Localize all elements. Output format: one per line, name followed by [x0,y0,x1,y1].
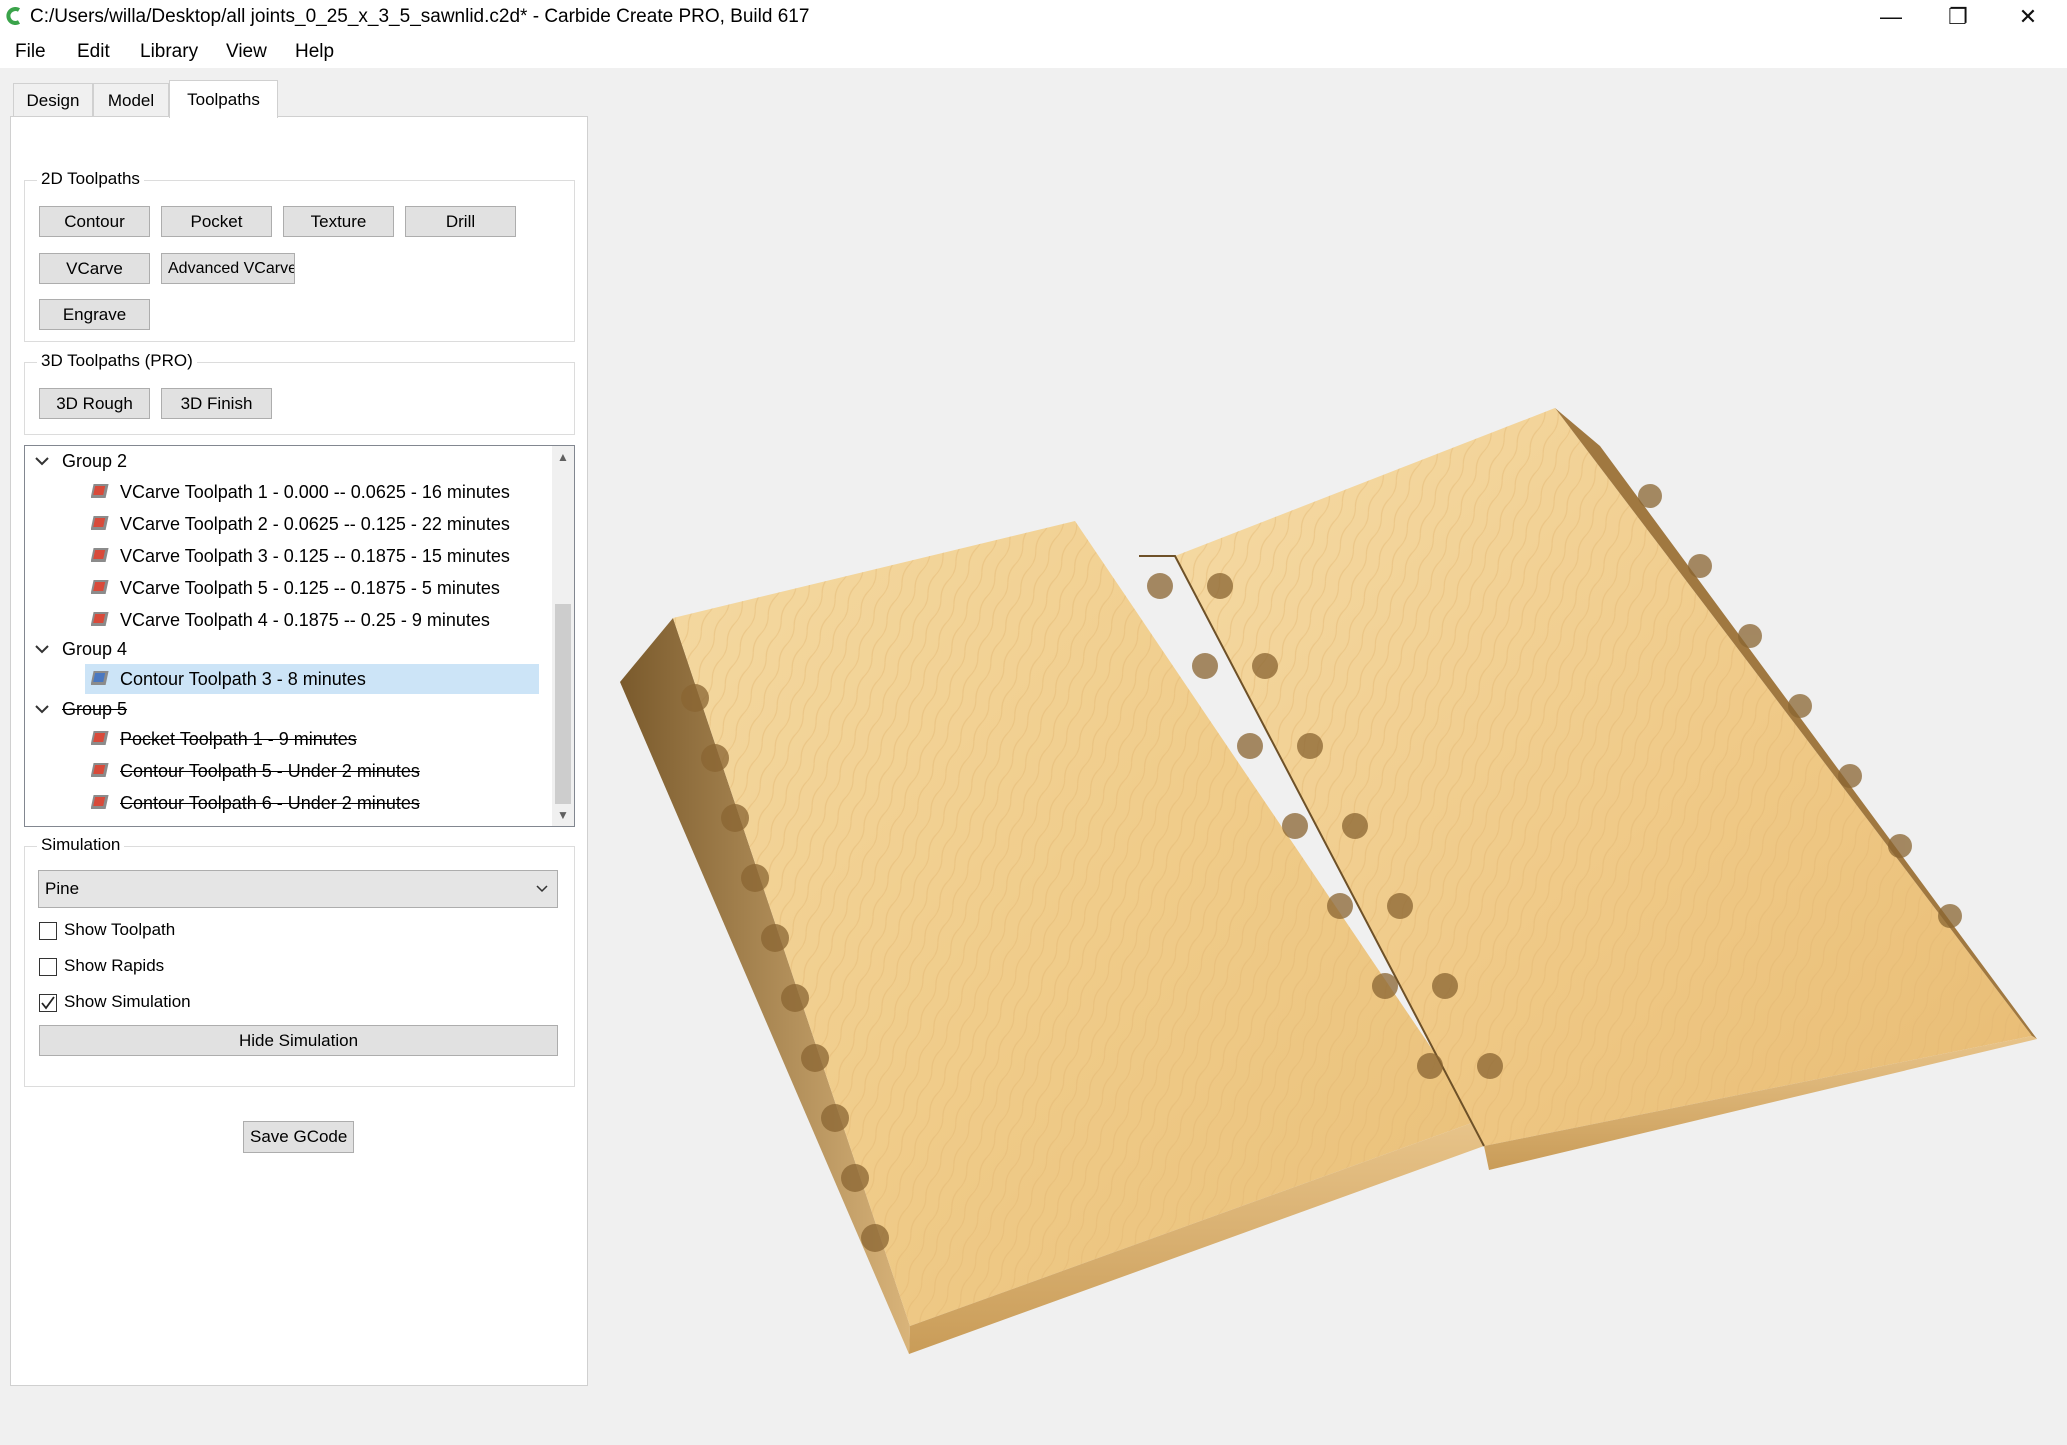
pocket-button[interactable]: Pocket [161,206,272,237]
toolpath-row[interactable]: VCarve Toolpath 4 - 0.1875 -- 0.25 - 9 m… [25,605,539,635]
chevron-down-icon[interactable] [33,694,51,724]
toolpath-label: Contour Toolpath 3 - 8 minutes [120,669,366,689]
vcarve-toolpath-icon [91,580,109,594]
vcarve-toolpath-icon [91,548,109,562]
scrollbar-thumb[interactable] [555,604,571,804]
save-gcode-button[interactable]: Save GCode [243,1121,354,1153]
show-rapids-checkbox[interactable] [39,958,57,976]
group-title-2d: 2D Toolpaths [37,169,144,189]
texture-button[interactable]: Texture [283,206,394,237]
tree-scrollbar[interactable]: ▲ ▼ [552,446,574,826]
group-label: Group 4 [62,639,128,659]
menu-file[interactable]: File [15,41,46,63]
3d-rough-button[interactable]: 3D Rough [39,388,150,419]
toolpath-label: VCarve Toolpath 2 - 0.0625 -- 0.125 - 22… [120,514,510,534]
carbide-app-icon [6,7,21,25]
checkmark-icon [41,996,55,1010]
toolpath-row-disabled[interactable]: Contour Toolpath 5 - Under 2 minutes [25,756,539,786]
menu-help[interactable]: Help [295,41,334,63]
toolpath-label: VCarve Toolpath 4 - 0.1875 -- 0.25 - 9 m… [120,610,490,630]
hide-simulation-button[interactable]: Hide Simulation [39,1025,558,1056]
window-title: C:/Users/willa/Desktop/all joints_0_25_x… [30,6,810,27]
toolpath-label: VCarve Toolpath 1 - 0.000 -- 0.0625 - 16… [120,482,510,502]
group-title-simulation: Simulation [37,835,125,855]
tab-design[interactable]: Design [13,83,93,117]
tab-model[interactable]: Model [93,83,169,117]
vcarve-toolpath-icon [91,612,109,626]
show-toolpath-label: Show Toolpath [64,920,176,939]
advanced-vcarve-button[interactable]: Advanced VCarve [161,253,295,284]
menu-library[interactable]: Library [140,41,198,63]
chevron-down-icon[interactable] [33,446,51,476]
toolpath-row-selected[interactable]: Contour Toolpath 3 - 8 minutes [25,664,539,694]
toolpaths-panel: 2D Toolpaths Contour Pocket Texture Dril… [10,116,588,1386]
menu-bar: File Edit Library View Help [0,34,2067,68]
contour-button[interactable]: Contour [39,206,150,237]
menu-edit[interactable]: Edit [77,41,110,63]
scroll-down-icon[interactable]: ▼ [552,804,574,826]
show-simulation-checkbox[interactable] [39,994,57,1012]
group-title-3d: 3D Toolpaths (PRO) [37,351,197,371]
drill-button[interactable]: Drill [405,206,516,237]
show-rapids-label: Show Rapids [64,956,165,975]
contour-toolpath-icon [91,763,109,777]
toolpath-label: Pocket Toolpath 1 - 9 minutes [120,729,357,749]
chevron-down-icon [536,885,548,893]
minimize-button[interactable]: — [1858,0,1924,34]
engrave-button[interactable]: Engrave [39,299,150,330]
toolpath-row[interactable]: VCarve Toolpath 3 - 0.125 -- 0.1875 - 15… [25,541,539,571]
material-select[interactable]: Pine [38,870,558,908]
toolpath-row[interactable]: VCarve Toolpath 5 - 0.125 -- 0.1875 - 5 … [25,573,539,603]
wood-simulation-render[interactable] [600,116,2067,1440]
toolpath-label: Contour Toolpath 6 - Under 2 minutes [120,793,420,813]
toolpath-label: VCarve Toolpath 3 - 0.125 -- 0.1875 - 15… [120,546,510,566]
vcarve-toolpath-icon [91,484,109,498]
group-label: Group 2 [62,451,128,471]
vcarve-toolpath-icon [91,516,109,530]
3d-finish-button[interactable]: 3D Finish [161,388,272,419]
toolpath-row-disabled[interactable]: Contour Toolpath 6 - Under 2 minutes [25,788,539,818]
vcarve-button[interactable]: VCarve [39,253,150,284]
toolpath-row-disabled[interactable]: Pocket Toolpath 1 - 9 minutes [25,724,539,754]
title-bar: C:/Users/willa/Desktop/all joints_0_25_x… [0,0,2067,34]
pocket-toolpath-icon [91,731,109,745]
group-label: Group 5 [62,699,128,719]
close-button[interactable]: ✕ [1995,0,2061,34]
toolpath-label: Contour Toolpath 5 - Under 2 minutes [120,761,420,781]
material-value: Pine [45,879,80,898]
scroll-up-icon[interactable]: ▲ [552,446,574,468]
toolpath-row[interactable]: VCarve Toolpath 1 - 0.000 -- 0.0625 - 16… [25,477,539,507]
toolpath-tree[interactable]: Group 2 VCarve Toolpath 1 - 0.000 -- 0.0… [24,445,575,827]
contour-toolpath-icon [91,795,109,809]
contour-toolpath-icon [91,671,109,685]
3d-viewport[interactable] [600,116,2067,1440]
show-simulation-label: Show Simulation [64,992,191,1011]
toolpath-label: VCarve Toolpath 5 - 0.125 -- 0.1875 - 5 … [120,578,500,598]
show-toolpath-checkbox[interactable] [39,922,57,940]
tab-toolpaths[interactable]: Toolpaths [169,80,278,118]
chevron-down-icon[interactable] [33,634,51,664]
toolpath-row[interactable]: VCarve Toolpath 2 - 0.0625 -- 0.125 - 22… [25,509,539,539]
maximize-button[interactable]: ❐ [1925,0,1991,34]
menu-view[interactable]: View [226,41,267,63]
